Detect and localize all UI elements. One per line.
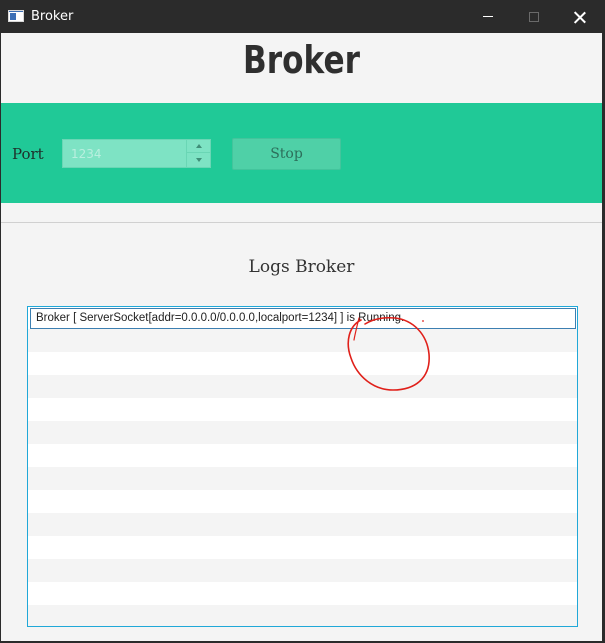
increment-button[interactable] <box>187 140 210 153</box>
list-item <box>28 352 577 375</box>
list-item <box>28 582 577 605</box>
stop-button[interactable]: Stop <box>232 138 341 170</box>
list-item <box>28 513 577 536</box>
logs-title: Logs Broker <box>248 257 355 277</box>
list-item <box>28 398 577 421</box>
app-window-icon <box>8 10 24 22</box>
log-entry[interactable]: Broker [ ServerSocket[addr=0.0.0.0/0.0.0… <box>30 308 576 329</box>
port-label: Port <box>12 145 44 163</box>
divider <box>1 222 602 223</box>
title-bar: Broker <box>0 0 605 33</box>
chevron-up-icon <box>195 144 202 148</box>
window-content: Broker Port Stop Logs Broker Broker [ Se… <box>1 33 602 641</box>
log-list[interactable]: Broker [ ServerSocket[addr=0.0.0.0/0.0.0… <box>27 306 578 627</box>
port-spinner[interactable] <box>62 139 211 168</box>
list-item <box>28 490 577 513</box>
list-item <box>28 421 577 444</box>
list-item <box>28 467 577 490</box>
list-item <box>28 536 577 559</box>
chevron-down-icon <box>195 157 202 162</box>
decrement-button[interactable] <box>187 153 210 166</box>
list-item <box>28 559 577 582</box>
page-title: Broker <box>243 38 360 82</box>
maximize-button[interactable] <box>511 0 557 33</box>
list-item <box>28 444 577 467</box>
list-item <box>28 605 577 626</box>
minimize-icon <box>483 16 493 17</box>
close-icon <box>574 11 586 23</box>
spinner-arrows <box>186 140 210 167</box>
window-title: Broker <box>31 9 74 24</box>
list-item <box>28 329 577 352</box>
close-button[interactable] <box>557 0 603 33</box>
control-panel: Port Stop <box>1 103 602 203</box>
list-item <box>28 375 577 398</box>
minimize-button[interactable] <box>465 0 511 33</box>
maximize-icon <box>529 11 539 22</box>
port-input[interactable] <box>63 140 186 167</box>
